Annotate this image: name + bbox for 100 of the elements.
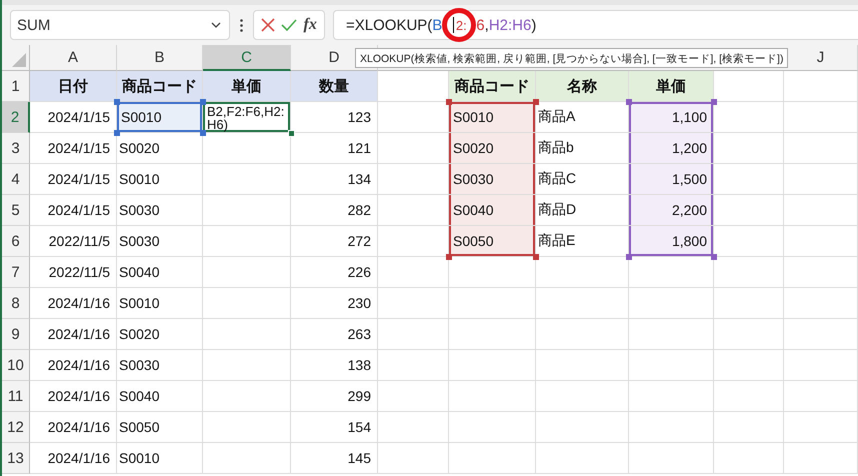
table-cell: 商品C [536,164,629,195]
empty-cell [714,443,784,474]
text-cursor [453,17,454,33]
select-all-icon[interactable] [12,53,26,67]
range-handle[interactable] [200,130,206,136]
row-header[interactable]: 8 [2,288,30,319]
table-cell: 単価 [203,71,291,102]
table-cell: S0040 [117,257,203,288]
row-header[interactable]: 2 [2,102,30,133]
row-header[interactable]: 13 [2,443,30,474]
range-handle[interactable] [533,254,539,260]
table-cell: S0010 [117,443,203,474]
row-header[interactable]: 11 [2,381,30,412]
table-cell: 138 [291,350,378,381]
range-handle[interactable] [446,254,452,260]
table-cell: 226 [291,257,378,288]
formula-token: H2:H6 [488,16,532,34]
table-cell: S0030 [117,350,203,381]
empty-cell [714,350,784,381]
highlight-circle [442,8,476,42]
formula-token: B [432,16,442,34]
empty-cell [378,381,449,412]
table-cell: S0030 [117,195,203,226]
table-cell: 2022/11/5 [30,226,117,257]
table-cell: 単価 [629,71,714,102]
formula-token: 6 [476,16,485,34]
row-header[interactable]: 6 [2,226,30,257]
range-handle[interactable] [711,99,717,105]
row-header[interactable]: 12 [2,412,30,443]
table-cell: 154 [291,412,378,443]
range-handle[interactable] [114,99,120,105]
row-header[interactable]: 1 [2,71,30,102]
table-cell: S0010 [449,102,536,133]
column-header[interactable]: J [784,45,858,71]
table-cell: 商品D [536,195,629,226]
table-cell: 2024/1/15 [30,164,117,195]
table-cell: 2024/1/16 [30,350,117,381]
table-cell: S0020 [449,133,536,164]
table-cell: 数量 [291,71,378,102]
table-cell: 282 [291,195,378,226]
table-cell: S0030 [117,226,203,257]
empty-cell [378,412,449,443]
table-cell: 日付 [30,71,117,102]
column-header[interactable]: C [203,45,291,71]
empty-cell [378,288,449,319]
formula-field[interactable]: =XLOOKUP(B 2: 6,H2:H6) [333,10,858,40]
table-cell: 1,200 [629,133,714,164]
table-cell: 134 [291,164,378,195]
table-cell: S0050 [117,412,203,443]
table-cell: 商品b [536,133,629,164]
empty-cell [378,319,449,350]
table-cell: 230 [291,288,378,319]
row-header[interactable]: 5 [2,195,30,226]
range-handle[interactable] [626,99,632,105]
empty-cell [714,381,784,412]
cancel-icon[interactable] [261,18,276,32]
empty-cell [714,319,784,350]
function-tooltip: XLOOKUP(検索値, 検索範囲, 戻り範囲, [見つからない場合], [一致モード], [検索モード]) [355,48,788,68]
formula-token: 2: [456,18,467,32]
row-header[interactable]: 9 [2,319,30,350]
empty-cell [714,412,784,443]
table-cell: S0020 [117,319,203,350]
row-header[interactable]: 10 [2,350,30,381]
column-header[interactable]: A [30,45,117,71]
range-handle[interactable] [533,99,539,105]
formula-token: ) [531,16,536,34]
range-handle[interactable] [446,99,452,105]
check-icon[interactable] [281,19,298,31]
table-cell: 299 [291,381,378,412]
row-header[interactable]: 4 [2,164,30,195]
table-cell: 商品コード [449,71,536,102]
table-cell: S0010 [117,164,203,195]
column-header[interactable]: B [117,45,203,71]
table-cell: S0010 [117,288,203,319]
insert-function-button[interactable]: fx [304,16,317,34]
table-cell: 2024/1/16 [30,319,117,350]
table-cell: 2024/1/16 [30,288,117,319]
empty-cell [378,350,449,381]
row-header[interactable]: 3 [2,133,30,164]
formula-token: =XLOOKUP( [346,16,432,34]
more-icon[interactable] [240,18,243,32]
table-cell: 2024/1/16 [30,381,117,412]
table-cell: 272 [291,226,378,257]
range-handle[interactable] [626,254,632,260]
row-header[interactable]: 7 [2,257,30,288]
table-cell: 2022/11/5 [30,257,117,288]
table-cell: 商品コード [117,71,203,102]
fill-handle[interactable] [288,130,295,137]
table-cell: 263 [291,319,378,350]
name-box-value: SUM [17,16,50,34]
table-cell: B2,F2:F6,H2:H6) [203,102,291,133]
table-cell: S0040 [449,195,536,226]
range-handle[interactable] [711,254,717,260]
formula-token: , [484,16,489,34]
name-box[interactable]: SUM [10,10,230,40]
table-cell: S0050 [449,226,536,257]
caret-icon[interactable] [211,22,221,28]
range-handle[interactable] [114,130,120,136]
range-handle[interactable] [200,99,206,105]
table-cell: 2024/1/16 [30,412,117,443]
